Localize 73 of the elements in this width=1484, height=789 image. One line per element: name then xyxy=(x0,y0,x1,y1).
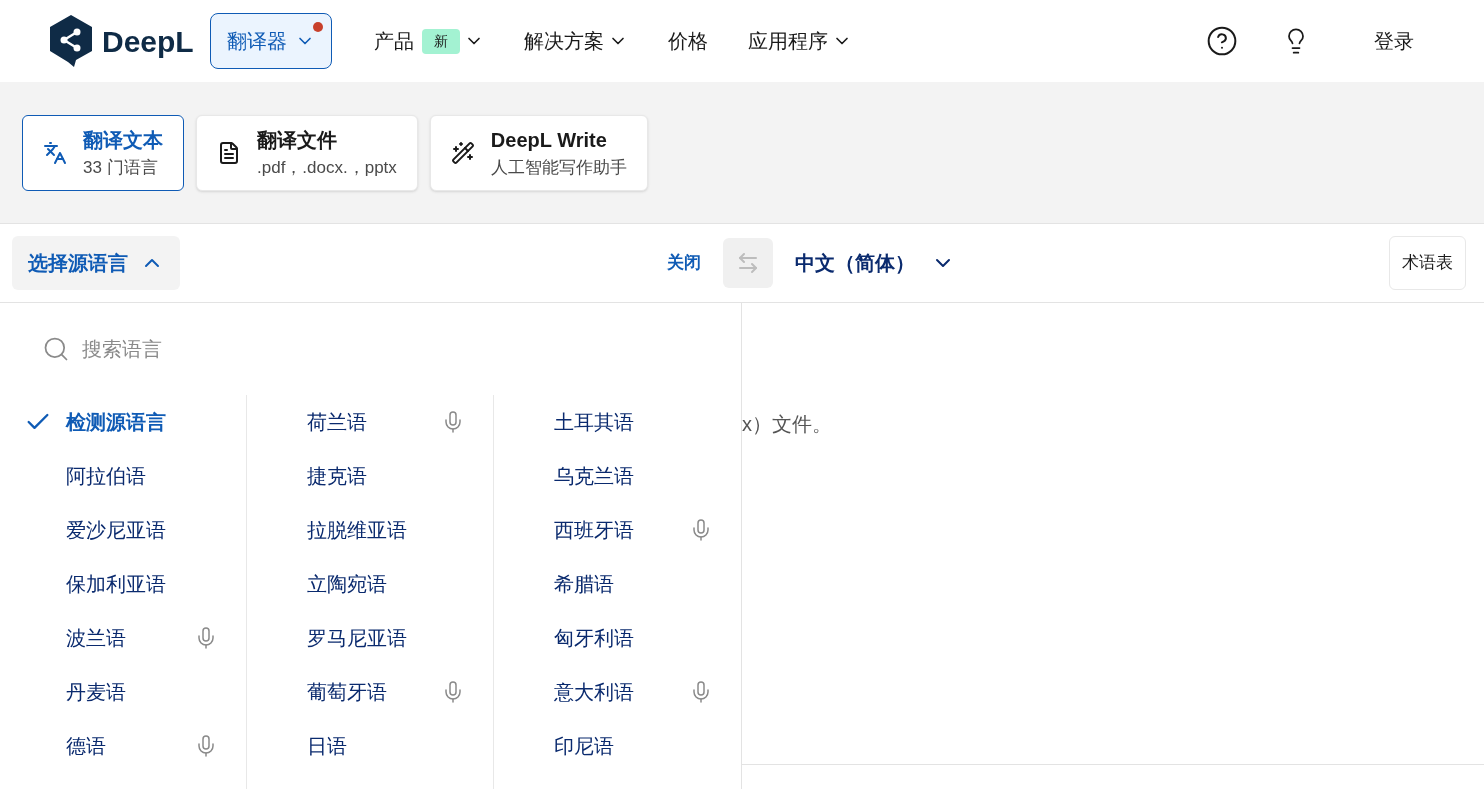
tool-subtitle: 33 门语言 xyxy=(83,156,159,179)
language-name: 印尼语 xyxy=(554,734,614,759)
tool-tab[interactable]: DeepL Write 人工智能写作助手 xyxy=(429,114,648,191)
language-search-field[interactable]: 搜索语言 xyxy=(82,334,382,364)
logo-text: DeepL xyxy=(102,23,194,60)
language-name: 检测源语言 xyxy=(66,410,166,435)
help-icon[interactable] xyxy=(1206,25,1238,57)
magic-wand-icon xyxy=(450,140,475,165)
language-name: 意大利语 xyxy=(554,680,634,705)
language-option[interactable]: 拉脱维亚语 xyxy=(247,503,493,557)
language-name: 日语 xyxy=(307,734,347,759)
language-option[interactable]: 西班牙语 xyxy=(494,503,741,557)
language-name: 丹麦语 xyxy=(66,680,126,705)
language-option[interactable]: 保加利亚语 xyxy=(0,557,246,611)
language-name: 荷兰语 xyxy=(307,410,367,435)
tool-tab[interactable]: 翻译文件 .pdf，.docx.，pptx xyxy=(196,114,418,191)
language-option[interactable]: 乌克兰语 xyxy=(494,449,741,503)
nav-item[interactable]: 价格 xyxy=(667,26,708,56)
language-option[interactable]: 德语 xyxy=(0,719,246,773)
language-name: 阿拉伯语 xyxy=(66,464,146,489)
tool-tab[interactable]: 翻译文本 33 门语言 xyxy=(22,114,184,191)
search-icon xyxy=(42,335,70,363)
language-option[interactable]: 意大利语 xyxy=(494,665,741,719)
language-option[interactable]: 阿拉伯语 xyxy=(0,449,246,503)
language-option[interactable]: 荷兰语 xyxy=(247,395,493,449)
source-language-selector[interactable]: 选择源语言 xyxy=(12,236,180,290)
swap-icon xyxy=(736,251,760,275)
language-name: 希腊语 xyxy=(554,572,614,597)
language-name: 匈牙利语 xyxy=(554,626,634,651)
language-name: 爱沙尼亚语 xyxy=(66,518,166,543)
language-option[interactable]: 爱沙尼亚语 xyxy=(0,503,246,557)
document-icon xyxy=(217,140,241,165)
language-name: 西班牙语 xyxy=(554,518,634,543)
translate-icon xyxy=(43,140,67,165)
translator-menu[interactable]: 翻译器 xyxy=(209,13,332,69)
nav-item[interactable]: 产品 新 xyxy=(373,26,484,56)
language-name: 罗马尼亚语 xyxy=(307,626,407,651)
language-option[interactable]: 希腊语 xyxy=(494,557,741,611)
logo[interactable]: DeepL xyxy=(48,14,194,68)
language-name: 土耳其语 xyxy=(554,410,634,435)
close-link[interactable]: 关闭 xyxy=(667,250,701,276)
tool-title: DeepL Write xyxy=(490,127,608,153)
tool-title: 翻译文件 xyxy=(257,127,338,153)
logo-icon xyxy=(48,14,94,68)
language-option[interactable]: 葡萄牙语 xyxy=(247,665,493,719)
language-name: 葡萄牙语 xyxy=(307,680,387,705)
language-option[interactable]: 日语 xyxy=(247,719,493,773)
language-name: 拉脱维亚语 xyxy=(307,518,407,543)
language-option[interactable]: 印尼语 xyxy=(494,719,741,773)
language-name: 立陶宛语 xyxy=(307,572,387,597)
language-option[interactable]: 波兰语 xyxy=(0,611,246,665)
language-name: 保加利亚语 xyxy=(66,572,166,597)
language-name: 波兰语 xyxy=(66,626,126,651)
language-option[interactable]: 土耳其语 xyxy=(494,395,741,449)
new-badge: 新 xyxy=(421,28,460,54)
language-option[interactable]: 捷克语 xyxy=(247,449,493,503)
language-option[interactable]: 检测源语言 xyxy=(0,395,246,449)
language-option[interactable]: 立陶宛语 xyxy=(247,557,493,611)
language-name: 乌克兰语 xyxy=(554,464,634,489)
language-name: 德语 xyxy=(66,734,106,759)
target-language-selector[interactable]: 中文（简体） xyxy=(795,248,955,278)
login-button[interactable]: 登录 xyxy=(1374,26,1414,56)
language-name: 捷克语 xyxy=(307,464,367,489)
target-text: x）文件。 xyxy=(742,413,832,435)
glossary-button[interactable]: 术语表 xyxy=(1389,236,1466,290)
nav-item[interactable]: 解决方案 xyxy=(523,26,628,56)
tool-subtitle: .pdf，.docx.，pptx xyxy=(257,156,397,179)
language-option[interactable]: 匈牙利语 xyxy=(494,611,741,665)
language-option[interactable]: 罗马尼亚语 xyxy=(247,611,493,665)
tool-title: 翻译文本 xyxy=(83,127,163,153)
nav-item[interactable]: 应用程序 xyxy=(747,26,852,56)
tool-subtitle: 人工智能写作助手 xyxy=(490,156,627,179)
language-option[interactable]: 丹麦语 xyxy=(0,665,246,719)
